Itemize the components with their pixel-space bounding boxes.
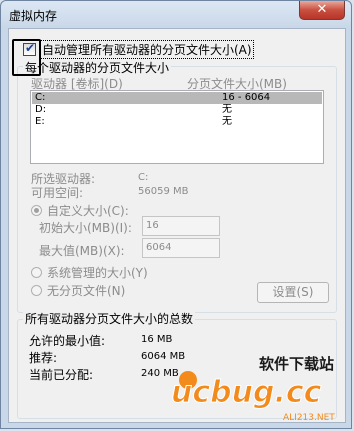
close-button[interactable]: ✕ bbox=[299, 1, 345, 20]
drive-row[interactable]: D: 无 bbox=[32, 104, 322, 116]
selected-drive-value: C: bbox=[138, 172, 149, 183]
auto-manage-checkbox[interactable]: ✔ bbox=[23, 40, 36, 56]
drive-letter: D: bbox=[35, 104, 47, 115]
max-size-input[interactable]: 6064 bbox=[142, 238, 220, 258]
drive-letter: C: bbox=[35, 92, 46, 103]
set-button[interactable]: 设置(S) bbox=[257, 282, 329, 303]
recommended-value: 6064 MB bbox=[141, 351, 186, 362]
current-allocated-label: 当前已分配: bbox=[29, 368, 94, 382]
available-space-label: 可用空间: bbox=[31, 186, 84, 200]
virtual-memory-window: 虚拟内存 ✕ ✔ 自动管理所有驱动器的分页文件大小(A) 每个驱动器的分页文件大… bbox=[0, 0, 352, 429]
min-allowed-label: 允许的最小值: bbox=[29, 334, 106, 348]
auto-manage-row[interactable]: ✔ 自动管理所有驱动器的分页文件大小(A) bbox=[23, 39, 254, 59]
drive-list[interactable]: C: 16 - 6064 D: 无 E: 无 bbox=[30, 90, 324, 164]
drive-paging-group-legend: 每个驱动器的分页文件大小 bbox=[23, 59, 172, 76]
total-paging-group-legend: 所有驱动器分页文件大小的总数 bbox=[23, 310, 196, 327]
drive-size: 16 - 6064 bbox=[222, 92, 271, 103]
auto-manage-label[interactable]: 自动管理所有驱动器的分页文件大小(A) bbox=[40, 39, 254, 59]
custom-size-label[interactable]: 自定义大小(C): bbox=[47, 202, 129, 219]
current-allocated-value: 240 MB bbox=[141, 368, 179, 379]
checkmark-icon: ✔ bbox=[25, 40, 36, 55]
recommended-label: 推荐: bbox=[29, 351, 58, 365]
initial-size-input[interactable]: 16 bbox=[142, 216, 220, 236]
drive-row[interactable]: C: 16 - 6064 bbox=[32, 92, 322, 104]
available-space-value: 56059 MB bbox=[138, 186, 189, 197]
max-size-label: 最大值(MB)(X): bbox=[39, 244, 125, 258]
custom-size-radio[interactable] bbox=[31, 205, 42, 216]
window-title: 虚拟内存 bbox=[9, 9, 58, 23]
system-managed-label[interactable]: 系统管理的大小(Y) bbox=[47, 264, 148, 281]
drive-letter: E: bbox=[35, 116, 45, 127]
drive-size: 无 bbox=[222, 116, 232, 127]
dialog-client-area: ✔ 自动管理所有驱动器的分页文件大小(A) 每个驱动器的分页文件大小 驱动器 [… bbox=[8, 28, 346, 423]
drive-size: 无 bbox=[222, 104, 232, 115]
min-allowed-value: 16 MB bbox=[141, 334, 173, 345]
initial-size-label: 初始大小(MB)(I): bbox=[39, 221, 132, 235]
no-paging-file-label[interactable]: 无分页文件(N) bbox=[47, 282, 125, 299]
no-paging-file-radio[interactable] bbox=[31, 285, 42, 296]
drive-row[interactable]: E: 无 bbox=[32, 116, 322, 128]
system-managed-radio[interactable] bbox=[31, 267, 42, 278]
